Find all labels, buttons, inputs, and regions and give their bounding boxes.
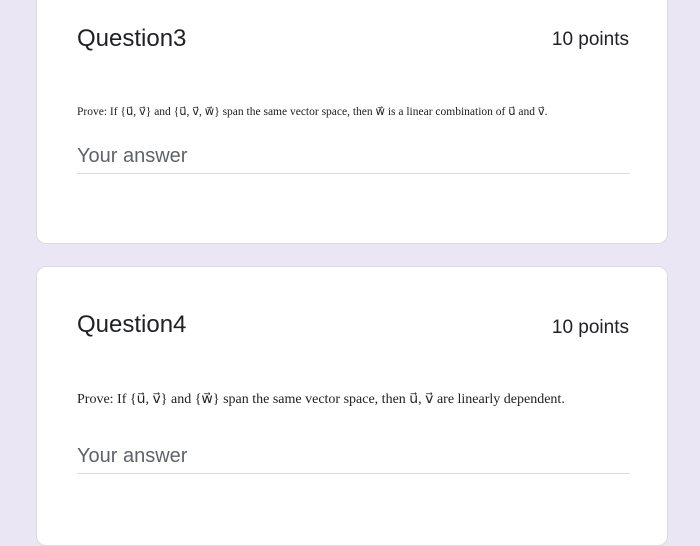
question-prompt: Prove: If {u⃗, v⃗} and {w⃗} span the sam… <box>77 392 565 407</box>
question-prompt: Prove: If {u⃗, v⃗} and {u⃗, v⃗, w⃗} span… <box>77 106 548 118</box>
question-points: 10 points <box>551 317 629 338</box>
answer-input[interactable]: Your answer <box>77 143 630 174</box>
question-card: Question4 10 points Prove: If {u⃗, v⃗} a… <box>36 266 668 546</box>
answer-placeholder: Your answer <box>77 145 188 167</box>
question-points: 10 points <box>551 29 629 50</box>
question-title: Question3 <box>77 25 187 52</box>
question-title: Question4 <box>77 311 187 338</box>
answer-input[interactable]: Your answer <box>77 443 630 474</box>
question-card: Question3 10 points Prove: If {u⃗, v⃗} a… <box>36 0 668 244</box>
answer-placeholder: Your answer <box>77 445 188 467</box>
